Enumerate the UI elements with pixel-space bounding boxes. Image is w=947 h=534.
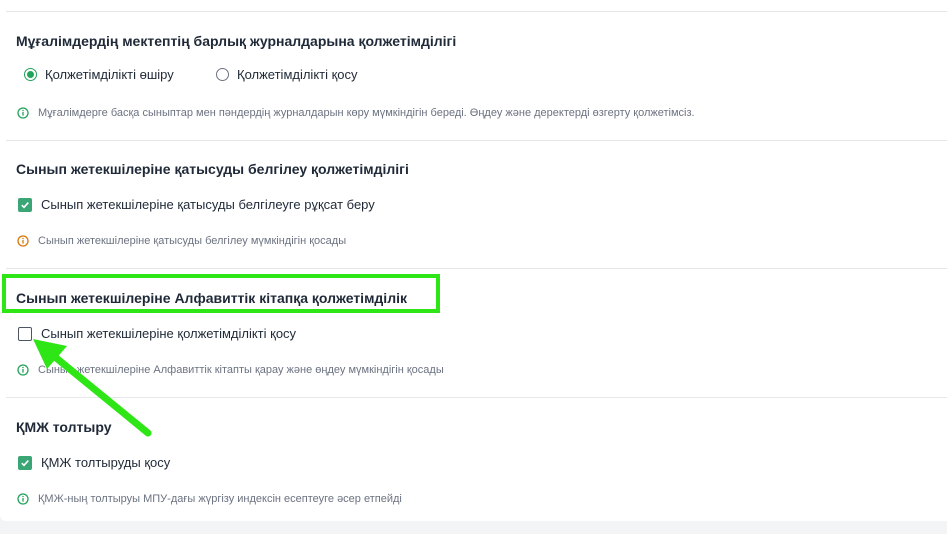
radio-unselected-icon[interactable] bbox=[216, 68, 229, 81]
radio-selected-icon[interactable] bbox=[24, 68, 37, 81]
hint-alphabet-book: Сынып жетекшілеріне Алфавиттік кітапты қ… bbox=[17, 364, 444, 376]
checkbox-allow-attendance[interactable]: Сынып жетекшілеріне қатысуды белгілеуге … bbox=[18, 197, 375, 212]
divider bbox=[6, 397, 947, 398]
info-icon bbox=[17, 364, 29, 376]
checkbox-enable-kmzh[interactable]: ҚМЖ толтыруды қосу bbox=[18, 455, 170, 470]
section-title-kmzh: ҚМЖ толтыру bbox=[16, 419, 112, 435]
divider bbox=[6, 11, 947, 12]
checkbox-unchecked-icon[interactable] bbox=[18, 326, 32, 341]
radio-disable-access[interactable]: Қолжетімділікті өшіру bbox=[24, 67, 174, 82]
radio-enable-access[interactable]: Қолжетімділікті қосу bbox=[216, 67, 358, 82]
hint-kmzh: ҚМЖ-ның толтыруы МПУ-дағы жүргізу индекс… bbox=[17, 493, 402, 505]
info-icon bbox=[17, 235, 29, 247]
section-title-teacher-journals: Мұғалімдердің мектептің барлық журналдар… bbox=[16, 33, 457, 49]
hint-text: Сынып жетекшілеріне Алфавиттік кітапты қ… bbox=[38, 364, 444, 376]
settings-card: Мұғалімдердің мектептің барлық журналдар… bbox=[0, 0, 947, 521]
checkbox-enable-alphabet-book[interactable]: Сынып жетекшілеріне қолжетімділікті қосу bbox=[18, 326, 296, 341]
hint-text: Сынып жетекшілеріне қатысуды белгілеу мү… bbox=[38, 235, 347, 247]
hint-text: ҚМЖ-ның толтыруы МПУ-дағы жүргізу индекс… bbox=[38, 493, 402, 505]
checkbox-label: Сынып жетекшілеріне қатысуды белгілеуге … bbox=[41, 197, 375, 212]
checkbox-label: ҚМЖ толтыруды қосу bbox=[41, 455, 171, 470]
divider bbox=[6, 268, 947, 269]
divider bbox=[6, 140, 947, 141]
hint-attendance: Сынып жетекшілеріне қатысуды белгілеу мү… bbox=[17, 235, 346, 247]
checkbox-checked-icon[interactable] bbox=[18, 197, 32, 212]
info-icon bbox=[17, 107, 29, 119]
info-icon bbox=[17, 493, 29, 505]
checkbox-checked-icon[interactable] bbox=[18, 455, 32, 470]
radio-label: Қолжетімділікті өшіру bbox=[45, 67, 174, 82]
highlight-box-annotation bbox=[2, 274, 440, 313]
checkbox-label: Сынып жетекшілеріне қолжетімділікті қосу bbox=[41, 326, 297, 341]
hint-text: Мұғалімдерге басқа сыныптар мен пәндерді… bbox=[38, 107, 695, 119]
radio-label: Қолжетімділікті қосу bbox=[237, 67, 358, 82]
section-title-attendance: Сынып жетекшілеріне қатысуды белгілеу қо… bbox=[16, 161, 409, 177]
hint-teacher-journals: Мұғалімдерге басқа сыныптар мен пәндерді… bbox=[17, 107, 695, 119]
